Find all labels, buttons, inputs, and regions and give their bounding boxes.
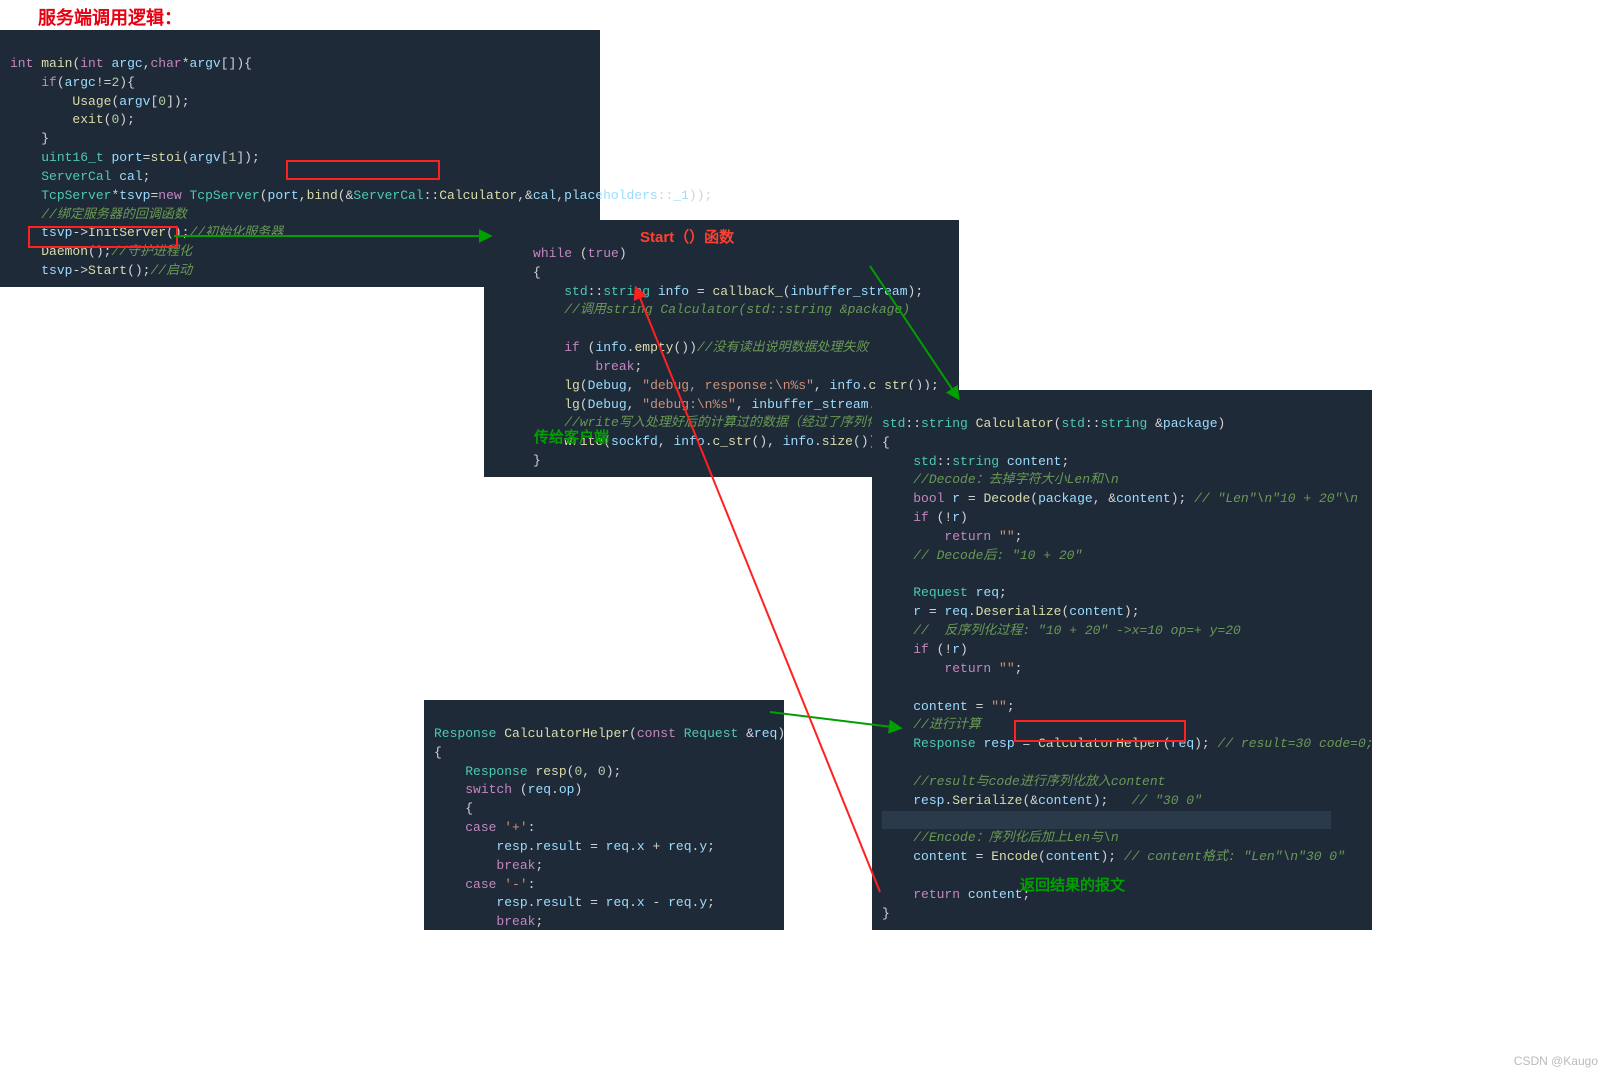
annotation-return-msg: 返回结果的报文 bbox=[1020, 874, 1125, 895]
code-block-calculator: std::string Calculator(std::string &pack… bbox=[872, 390, 1372, 930]
watermark: CSDN @Kaugo bbox=[1514, 1054, 1598, 1068]
code-block-calculator-helper: Response CalculatorHelper(const Request … bbox=[424, 700, 784, 930]
annotation-send-client: 传给客户端 bbox=[534, 426, 609, 447]
highlight-start bbox=[28, 226, 178, 248]
highlight-calculator-helper-call bbox=[1014, 720, 1186, 742]
annotation-start-fn: Start（）函数 bbox=[640, 226, 734, 247]
highlight-servercal-calculator bbox=[286, 160, 440, 180]
page-heading: 服务端调用逻辑： bbox=[38, 4, 182, 30]
